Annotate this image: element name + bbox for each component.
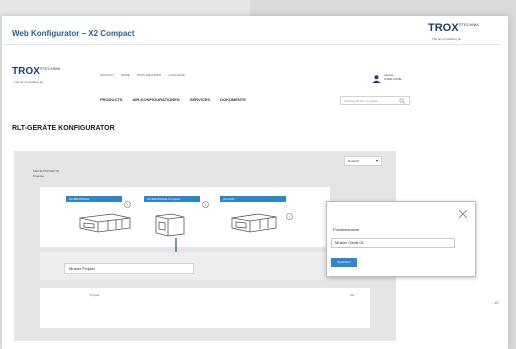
table-header-project: Projekt <box>90 293 100 297</box>
position-name-field[interactable]: Muster Gerät 01 <box>331 238 455 248</box>
table-header-action: Akt. <box>350 293 356 297</box>
project-name-field[interactable]: Muster Projekt <box>64 263 194 274</box>
presentation-stage: Web Konfigurator – X2 Compact TROX®TECHN… <box>0 0 516 349</box>
position-name-label: Positionsname <box>333 227 360 232</box>
slide-page-number: 10 <box>494 300 499 305</box>
save-button[interactable]: Speichern <box>331 258 357 267</box>
close-icon[interactable] <box>458 209 468 219</box>
